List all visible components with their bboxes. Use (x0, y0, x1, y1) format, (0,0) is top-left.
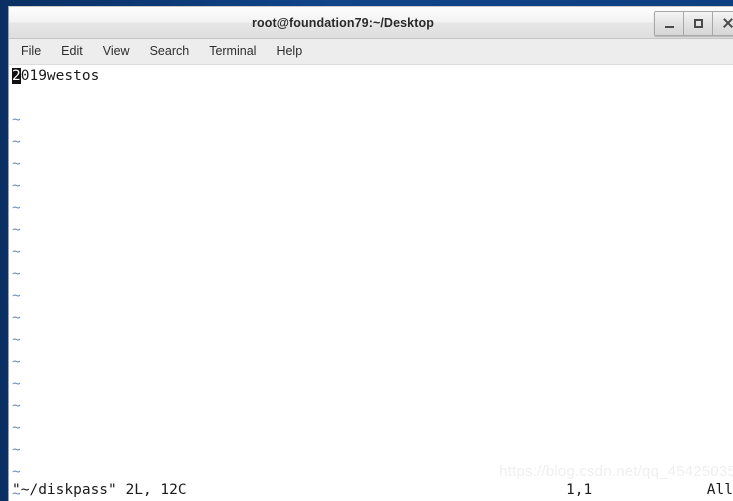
vim-tilde-row: ~ (12, 417, 733, 439)
vim-tilde-filler: ~ ~ ~ ~ ~ ~ ~ ~ ~ ~ ~ ~ ~ ~ ~ ~ ~ ~ (12, 109, 733, 501)
terminal-screen[interactable]: 2019westos ~ ~ ~ ~ ~ ~ ~ ~ ~ ~ ~ ~ ~ ~ ~ ~ ~ ~ "~/diskpas… (9, 65, 733, 501)
window-title: root@foundation79:~/Desktop (252, 16, 434, 30)
tilde-glyph: ~ (12, 178, 21, 194)
tilde-glyph: ~ (12, 354, 21, 370)
tilde-glyph: ~ (12, 200, 21, 216)
tilde-glyph: ~ (12, 464, 21, 480)
tilde-glyph: ~ (12, 134, 21, 150)
vim-tilde-row: ~ (12, 263, 733, 285)
close-icon (722, 18, 733, 29)
menu-item-search[interactable]: Search (150, 42, 200, 61)
vim-status-line: "~/diskpass" 2L, 12C 1,1 All (9, 479, 733, 501)
menu-item-view[interactable]: View (103, 42, 140, 61)
maximize-icon (693, 19, 703, 28)
menu-item-edit[interactable]: Edit (61, 42, 93, 61)
vim-tilde-row: ~ (12, 285, 733, 307)
vim-tilde-row: ~ (12, 109, 733, 131)
tilde-glyph: ~ (12, 222, 21, 238)
menu-item-file[interactable]: File (21, 42, 51, 61)
vim-tilde-row: ~ (12, 439, 733, 461)
status-scroll-indicator: All (706, 482, 733, 498)
buffer-line-2 (12, 87, 733, 109)
window-titlebar[interactable]: root@foundation79:~/Desktop (9, 7, 733, 39)
tilde-glyph: ~ (12, 288, 21, 304)
tilde-glyph: ~ (12, 266, 21, 282)
tilde-glyph: ~ (12, 244, 21, 260)
text-cursor: 2 (12, 68, 21, 84)
minimize-button[interactable] (655, 12, 684, 35)
tilde-glyph: ~ (12, 310, 21, 326)
tilde-glyph: ~ (12, 112, 21, 128)
maximize-button[interactable] (684, 12, 713, 35)
terminal-window: root@foundation79:~/Desktop File Edit Vi… (8, 6, 733, 501)
vim-tilde-row: ~ (12, 197, 733, 219)
buffer-line-1: 2019westos (12, 65, 733, 87)
vim-tilde-row: ~ (12, 241, 733, 263)
menu-item-help[interactable]: Help (276, 42, 312, 61)
status-cursor-position: 1,1 (566, 482, 593, 498)
vim-tilde-row: ~ (12, 395, 733, 417)
vim-tilde-row: ~ (12, 329, 733, 351)
buffer-line-1-text: 019westos (20, 68, 100, 84)
vim-tilde-row: ~ (12, 153, 733, 175)
tilde-glyph: ~ (12, 376, 21, 392)
minimize-icon (664, 26, 674, 28)
close-button[interactable] (713, 12, 733, 35)
tilde-glyph: ~ (12, 398, 21, 414)
menubar: File Edit View Search Terminal Help (9, 39, 733, 65)
vim-tilde-row: ~ (12, 175, 733, 197)
tilde-glyph: ~ (12, 442, 21, 458)
vim-tilde-row: ~ (12, 351, 733, 373)
tilde-glyph: ~ (12, 332, 21, 348)
vim-tilde-row: ~ (12, 131, 733, 153)
vim-tilde-row: ~ (12, 373, 733, 395)
tilde-glyph: ~ (12, 420, 21, 436)
window-controls (654, 11, 733, 36)
status-file-info: "~/diskpass" 2L, 12C (12, 482, 187, 498)
tilde-glyph: ~ (12, 156, 21, 172)
vim-tilde-row: ~ (12, 219, 733, 241)
vim-tilde-row: ~ (12, 307, 733, 329)
menu-item-terminal[interactable]: Terminal (209, 42, 266, 61)
